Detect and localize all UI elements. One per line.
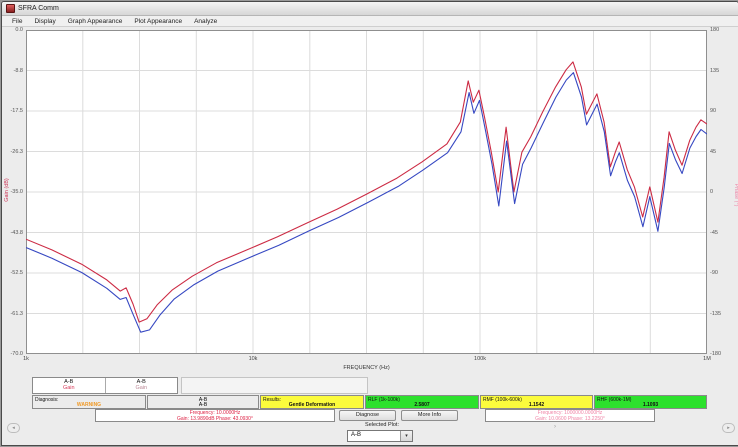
window-title: SFRA Comm [18, 5, 59, 12]
diagnose-button[interactable]: Diagnose [339, 410, 396, 421]
gain-tick-label: 0.0 [15, 27, 23, 33]
cursor-readout-right: Frequency: 1000000.0000Hz Gain: 10.0600 … [485, 409, 655, 422]
diagnosis-value: WARNING [33, 402, 145, 408]
cursor-gain-phase: Gain: 10.0600 Phase: 13.2250° [486, 416, 654, 422]
plot-canvas[interactable] [26, 30, 707, 354]
results-value: Gentle Deformation [261, 402, 363, 408]
phase-tick-label: 135 [710, 68, 719, 74]
metric-rmf-value: 1.1542 [481, 402, 592, 408]
menu-plot-appearance[interactable]: Plot Appearance [128, 17, 188, 26]
metric-rmf-box: RMF (100k-600k) 1.1542 [480, 395, 593, 409]
phase-tick-label: -135 [710, 311, 721, 317]
menu-display[interactable]: Display [28, 17, 61, 26]
phase-tick-label: 45 [710, 149, 716, 155]
phase-tick-label: -90 [710, 270, 718, 276]
metric-rlf-value: 2.5807 [366, 402, 478, 408]
legend-entry-1[interactable]: A-B Gain [33, 378, 105, 393]
gain-tick-label: -8.8 [14, 68, 23, 74]
gain-tick-label: -52.5 [10, 270, 23, 276]
app-icon [6, 4, 15, 13]
menu-bar: File Display Graph Appearance Plot Appea… [2, 16, 738, 27]
chart-region: Gain (dB) 0.0-8.8-17.5-26.3-35.0-43.8-52… [2, 27, 738, 375]
frequency-tick-label: 1k [14, 356, 38, 362]
metric-rhf-value: 1.1093 [595, 402, 706, 408]
gain-tick-label: -61.3 [10, 311, 23, 317]
legend-entry-2[interactable]: A-B Gain [105, 378, 178, 393]
app-window: SFRA Comm File Display Graph Appearance … [1, 1, 738, 446]
legend-box: A-B Gain A-B Gain [32, 377, 178, 394]
empty-legend-box [181, 377, 368, 394]
gain-tick-label: -35.0 [10, 189, 23, 195]
frequency-response-plot[interactable] [26, 30, 707, 354]
cursor-gain-phase: Gain: 13.9890dB Phase: 43.0930° [96, 416, 334, 422]
frequency-axis-ticks: 1k10k100k1M [26, 356, 707, 364]
selected-plot-value: A-B [351, 432, 361, 438]
menu-analyze[interactable]: Analyze [188, 17, 223, 26]
results-box: Results: Gentle Deformation [260, 395, 364, 409]
selected-plot-dropdown[interactable]: A-B ▾ [347, 430, 413, 442]
legend-trace-name: Gain [106, 385, 178, 391]
frequency-tick-label: 10k [241, 356, 265, 362]
metric-rhf-box: RHF (600k-1M) 1.1093 [594, 395, 707, 409]
phase-tick-label: 90 [710, 108, 716, 114]
cursor-readout-left: Frequency: 10.0000Hz Gain: 13.9890dB Pha… [95, 409, 335, 422]
phase-axis-title: Phase (°) [733, 167, 738, 223]
scroll-left-button[interactable]: ◂ [7, 423, 20, 433]
selected-plot-label: Selected Plot: [332, 422, 432, 428]
plot-pair-box: A-B A-B [147, 395, 259, 409]
gain-tick-label: -17.5 [10, 108, 23, 114]
chevron-down-icon[interactable]: ▾ [400, 431, 412, 441]
diagnosis-box: Diagnosis: WARNING [32, 395, 146, 409]
scroll-thumb[interactable]: › [554, 424, 562, 432]
frequency-tick-label: 100k [468, 356, 492, 362]
frequency-axis-title: FREQUENCY (Hz) [26, 365, 707, 371]
gain-tick-label: -26.3 [10, 149, 23, 155]
phase-tick-label: -45 [710, 230, 718, 236]
phase-tick-label: 180 [710, 27, 719, 33]
gain-axis-ticks: 0.0-8.8-17.5-26.3-35.0-43.8-52.5-61.3-70… [2, 30, 24, 354]
menu-graph-appearance[interactable]: Graph Appearance [62, 17, 129, 26]
phase-axis-ticks: 18013590450-45-90-135-180 [709, 30, 733, 354]
frequency-tick-label: 1M [695, 356, 719, 362]
metric-rlf-box: RLF (1k-100k) 2.5807 [365, 395, 479, 409]
more-info-button[interactable]: More Info [401, 410, 458, 421]
phase-tick-label: 0 [710, 189, 713, 195]
plot-pair-line2: A-B [148, 402, 258, 408]
title-bar[interactable]: SFRA Comm [2, 2, 738, 16]
gain-tick-label: -43.8 [10, 230, 23, 236]
scroll-right-button[interactable]: ▸ [722, 423, 735, 433]
bottom-panel: A-B Gain A-B Gain Diagnosis: WARNING A-B… [2, 375, 738, 445]
menu-file[interactable]: File [6, 17, 28, 26]
legend-trace-name: Gain [33, 385, 105, 391]
